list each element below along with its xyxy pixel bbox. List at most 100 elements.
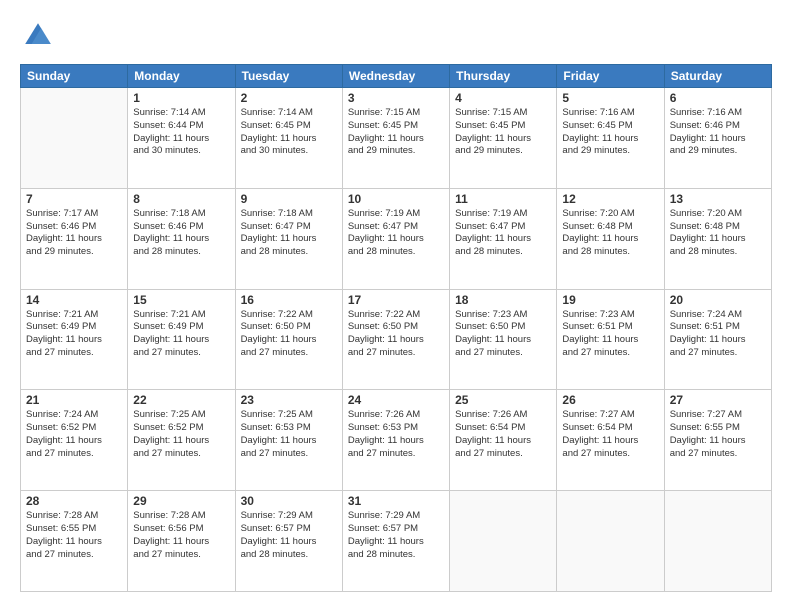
day-info: Sunrise: 7:26 AM Sunset: 6:53 PM Dayligh…	[348, 409, 444, 460]
day-info: Sunrise: 7:19 AM Sunset: 6:47 PM Dayligh…	[348, 208, 444, 259]
logo	[20, 20, 54, 52]
weekday-header: Thursday	[450, 65, 557, 88]
day-info: Sunrise: 7:24 AM Sunset: 6:52 PM Dayligh…	[26, 409, 122, 460]
day-info: Sunrise: 7:23 AM Sunset: 6:51 PM Dayligh…	[562, 309, 658, 360]
calendar-cell: 17Sunrise: 7:22 AM Sunset: 6:50 PM Dayli…	[342, 289, 449, 390]
weekday-header: Friday	[557, 65, 664, 88]
weekday-header: Sunday	[21, 65, 128, 88]
day-number: 26	[562, 393, 658, 407]
calendar-cell: 16 Sunrise: 7:22 AM Sunset: 6:50 PM Dayli…	[235, 289, 342, 390]
logo-icon	[22, 20, 54, 52]
calendar-cell: 2 Sunrise: 7:14 AM Sunset: 6:45 PM Daylig…	[235, 88, 342, 189]
day-info: Sunrise: 7:14 AM Sunset: 6:44 PM Dayligh…	[133, 107, 229, 158]
calendar-cell: 5Sunrise: 7:16 AM Sunset: 6:45 PM Daylig…	[557, 88, 664, 189]
calendar-cell: 21 Sunrise: 7:24 AM Sunset: 6:52 PM Dayli…	[21, 390, 128, 491]
day-number: 29	[133, 494, 229, 508]
day-number: 3	[348, 91, 444, 105]
day-number: 4	[455, 91, 551, 105]
calendar-cell	[664, 491, 771, 592]
day-number: 25	[455, 393, 551, 407]
day-number: 2	[241, 91, 337, 105]
calendar: SundayMondayTuesdayWednesdayThursdayFrid…	[20, 64, 772, 592]
day-info: Sunrise: 7:29 AM Sunset: 6:57 PM Dayligh…	[348, 510, 444, 561]
day-number: 21	[26, 393, 122, 407]
weekday-header: Tuesday	[235, 65, 342, 88]
header	[20, 20, 772, 52]
day-info: Sunrise: 7:23 AM Sunset: 6:50 PM Dayligh…	[455, 309, 551, 360]
calendar-cell: 20 Sunrise: 7:24 AM Sunset: 6:51 PM Dayli…	[664, 289, 771, 390]
day-info: Sunrise: 7:27 AM Sunset: 6:54 PM Dayligh…	[562, 409, 658, 460]
day-info: Sunrise: 7:18 AM Sunset: 6:47 PM Dayligh…	[241, 208, 337, 259]
calendar-cell: 18 Sunrise: 7:23 AM Sunset: 6:50 PM Dayli…	[450, 289, 557, 390]
day-number: 28	[26, 494, 122, 508]
day-number: 1	[133, 91, 229, 105]
day-number: 20	[670, 293, 766, 307]
day-number: 9	[241, 192, 337, 206]
day-number: 13	[670, 192, 766, 206]
day-info: Sunrise: 7:28 AM Sunset: 6:56 PM Dayligh…	[133, 510, 229, 561]
day-number: 15	[133, 293, 229, 307]
calendar-body: 1 Sunrise: 7:14 AM Sunset: 6:44 PM Daylig…	[21, 88, 772, 592]
calendar-cell: 28 Sunrise: 7:28 AM Sunset: 6:55 PM Dayli…	[21, 491, 128, 592]
calendar-cell: 1 Sunrise: 7:14 AM Sunset: 6:44 PM Daylig…	[128, 88, 235, 189]
calendar-cell: 31 Sunrise: 7:29 AM Sunset: 6:57 PM Dayli…	[342, 491, 449, 592]
calendar-cell: 7 Sunrise: 7:17 AM Sunset: 6:46 PM Daylig…	[21, 188, 128, 289]
calendar-cell	[557, 491, 664, 592]
day-number: 5	[562, 91, 658, 105]
day-number: 22	[133, 393, 229, 407]
calendar-week-row: 21 Sunrise: 7:24 AM Sunset: 6:52 PM Dayli…	[21, 390, 772, 491]
calendar-cell: 11 Sunrise: 7:19 AM Sunset: 6:47 PM Dayli…	[450, 188, 557, 289]
calendar-cell: 6 Sunrise: 7:16 AM Sunset: 6:46 PM Daylig…	[664, 88, 771, 189]
calendar-cell	[21, 88, 128, 189]
day-info: Sunrise: 7:26 AM Sunset: 6:54 PM Dayligh…	[455, 409, 551, 460]
day-number: 16	[241, 293, 337, 307]
day-info: Sunrise: 7:15 AM Sunset: 6:45 PM Dayligh…	[455, 107, 551, 158]
day-number: 14	[26, 293, 122, 307]
calendar-week-row: 28 Sunrise: 7:28 AM Sunset: 6:55 PM Dayli…	[21, 491, 772, 592]
day-info: Sunrise: 7:27 AM Sunset: 6:55 PM Dayligh…	[670, 409, 766, 460]
calendar-cell: 8 Sunrise: 7:18 AM Sunset: 6:46 PM Daylig…	[128, 188, 235, 289]
day-number: 10	[348, 192, 444, 206]
day-number: 12	[562, 192, 658, 206]
day-number: 30	[241, 494, 337, 508]
day-info: Sunrise: 7:14 AM Sunset: 6:45 PM Dayligh…	[241, 107, 337, 158]
day-number: 6	[670, 91, 766, 105]
calendar-cell: 25 Sunrise: 7:26 AM Sunset: 6:54 PM Dayli…	[450, 390, 557, 491]
calendar-cell: 12 Sunrise: 7:20 AM Sunset: 6:48 PM Dayli…	[557, 188, 664, 289]
calendar-cell: 29 Sunrise: 7:28 AM Sunset: 6:56 PM Dayli…	[128, 491, 235, 592]
day-info: Sunrise: 7:20 AM Sunset: 6:48 PM Dayligh…	[670, 208, 766, 259]
day-info: Sunrise: 7:19 AM Sunset: 6:47 PM Dayligh…	[455, 208, 551, 259]
day-info: Sunrise: 7:25 AM Sunset: 6:52 PM Dayligh…	[133, 409, 229, 460]
day-number: 27	[670, 393, 766, 407]
calendar-cell: 3Sunrise: 7:15 AM Sunset: 6:45 PM Daylig…	[342, 88, 449, 189]
day-number: 11	[455, 192, 551, 206]
calendar-cell: 15Sunrise: 7:21 AM Sunset: 6:49 PM Dayli…	[128, 289, 235, 390]
page: SundayMondayTuesdayWednesdayThursdayFrid…	[0, 0, 792, 612]
calendar-cell: 23 Sunrise: 7:25 AM Sunset: 6:53 PM Dayli…	[235, 390, 342, 491]
weekday-header: Monday	[128, 65, 235, 88]
calendar-cell: 24 Sunrise: 7:26 AM Sunset: 6:53 PM Dayli…	[342, 390, 449, 491]
day-info: Sunrise: 7:20 AM Sunset: 6:48 PM Dayligh…	[562, 208, 658, 259]
calendar-cell: 30 Sunrise: 7:29 AM Sunset: 6:57 PM Dayli…	[235, 491, 342, 592]
day-number: 24	[348, 393, 444, 407]
day-number: 8	[133, 192, 229, 206]
day-number: 31	[348, 494, 444, 508]
day-info: Sunrise: 7:21 AM Sunset: 6:49 PM Dayligh…	[26, 309, 122, 360]
day-info: Sunrise: 7:25 AM Sunset: 6:53 PM Dayligh…	[241, 409, 337, 460]
day-info: Sunrise: 7:18 AM Sunset: 6:46 PM Dayligh…	[133, 208, 229, 259]
calendar-cell: 14 Sunrise: 7:21 AM Sunset: 6:49 PM Dayli…	[21, 289, 128, 390]
day-number: 19	[562, 293, 658, 307]
day-info: Sunrise: 7:24 AM Sunset: 6:51 PM Dayligh…	[670, 309, 766, 360]
day-info: Sunrise: 7:22 AM Sunset: 6:50 PM Dayligh…	[241, 309, 337, 360]
calendar-header-row: SundayMondayTuesdayWednesdayThursdayFrid…	[21, 65, 772, 88]
calendar-week-row: 1 Sunrise: 7:14 AM Sunset: 6:44 PM Daylig…	[21, 88, 772, 189]
day-info: Sunrise: 7:17 AM Sunset: 6:46 PM Dayligh…	[26, 208, 122, 259]
day-info: Sunrise: 7:28 AM Sunset: 6:55 PM Dayligh…	[26, 510, 122, 561]
weekday-header: Wednesday	[342, 65, 449, 88]
day-info: Sunrise: 7:16 AM Sunset: 6:46 PM Dayligh…	[670, 107, 766, 158]
day-number: 18	[455, 293, 551, 307]
calendar-cell: 27 Sunrise: 7:27 AM Sunset: 6:55 PM Dayli…	[664, 390, 771, 491]
day-number: 7	[26, 192, 122, 206]
day-info: Sunrise: 7:29 AM Sunset: 6:57 PM Dayligh…	[241, 510, 337, 561]
day-number: 23	[241, 393, 337, 407]
